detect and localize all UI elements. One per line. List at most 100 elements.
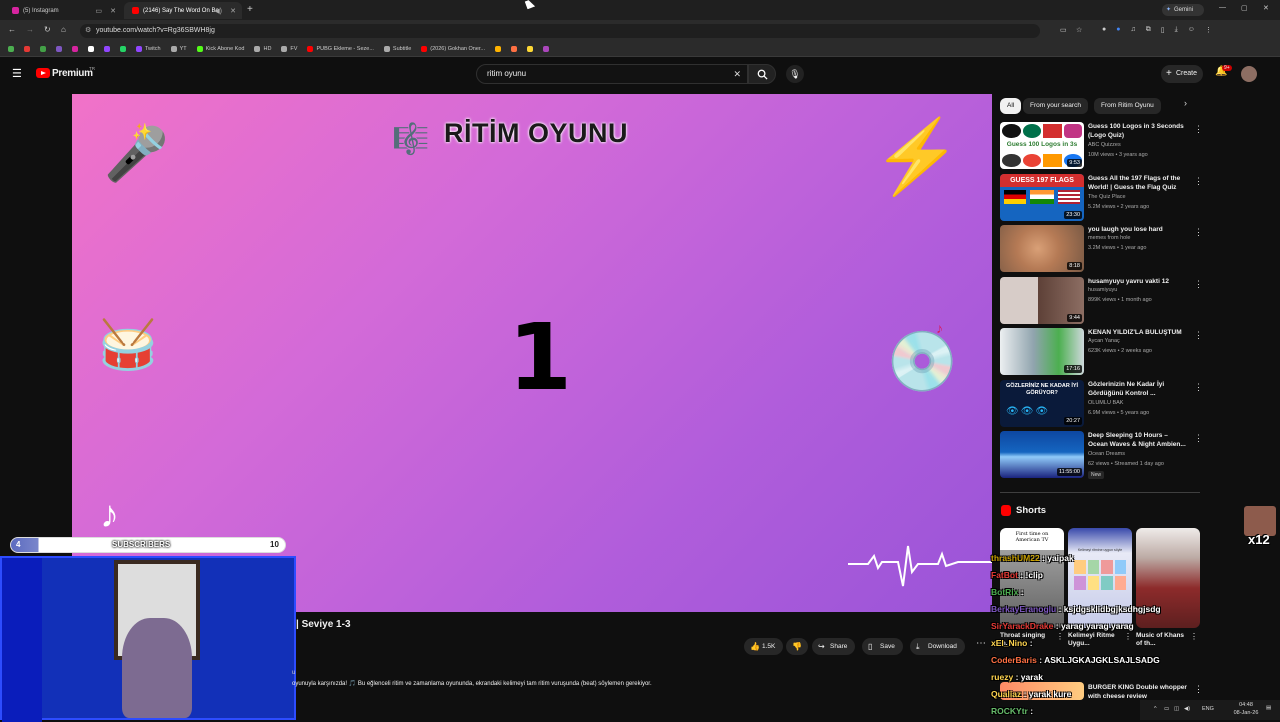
more-options-icon[interactable]: ⋮ xyxy=(1194,382,1203,393)
minimize-button[interactable]: — xyxy=(1219,4,1226,11)
video-thumbnail[interactable]: GUESS 197 FLAGS 23:30 xyxy=(1000,174,1084,221)
more-options-icon[interactable]: ⋮ xyxy=(1194,124,1203,135)
extension-icon[interactable]: ● xyxy=(1102,26,1106,34)
tray-icon[interactable]: ▭ xyxy=(1164,706,1169,712)
bookmark-fv[interactable]: FV xyxy=(281,46,297,52)
search-input[interactable]: ritim oyunu ✕ xyxy=(476,64,748,84)
more-options-icon[interactable]: ⋮ xyxy=(1194,279,1203,290)
tray-chevron-icon[interactable]: ^ xyxy=(1154,706,1157,712)
channel-name[interactable]: memes from hole xyxy=(1088,235,1131,241)
video-description[interactable]: oyunuyla karşınızda! 🎵 Bu eğlenceli riti… xyxy=(292,680,932,687)
bookmark-hd[interactable]: HD xyxy=(254,46,271,52)
forward-icon[interactable]: → xyxy=(26,25,34,34)
close-window-button[interactable]: ✕ xyxy=(1263,4,1269,12)
channel-name[interactable]: The Quiz Place xyxy=(1088,194,1126,200)
recommendation-title[interactable]: you laugh you lose hard xyxy=(1088,225,1188,234)
new-tab-button[interactable]: + xyxy=(247,4,253,15)
bookmark-icon[interactable] xyxy=(120,46,126,52)
clock-date[interactable]: 08-Jan-26 xyxy=(1226,710,1266,716)
bookmark-icon[interactable] xyxy=(88,46,94,52)
more-options-icon[interactable]: ⋮ xyxy=(1124,632,1132,641)
chip-from-your-search[interactable]: From your search xyxy=(1023,98,1088,114)
more-options-icon[interactable]: ⋮ xyxy=(1056,632,1064,641)
video-thumbnail[interactable]: 9:44 xyxy=(1000,277,1084,324)
recommendation-title[interactable]: KENAN YILDIZ'LA BULUŞTUM xyxy=(1088,328,1188,337)
url-field[interactable]: ⚙ youtube.com/watch?v=Rg36SBWH8jg ▭ ☆ xyxy=(80,24,1082,38)
recommendation-item[interactable]: 17:16 KENAN YILDIZ'LA BULUŞTUM Aycan Yan… xyxy=(1000,328,1203,376)
recommendation-item[interactable]: 8:18 you laugh you lose hard memes from … xyxy=(1000,225,1203,273)
extension-icon[interactable]: ♫ xyxy=(1130,26,1135,34)
recommendation-item[interactable]: GÖZLERİNİZ NE KADAR İYİ GÖRÜYOR? 👁👁👁 20:… xyxy=(1000,380,1203,428)
clear-search-icon[interactable]: ✕ xyxy=(733,65,741,83)
channel-name[interactable]: husamiyuyu xyxy=(1088,287,1117,293)
recommendation-title[interactable]: Guess All the 197 Flags of the World! | … xyxy=(1088,174,1188,192)
menu-kebab-icon[interactable]: ⋮ xyxy=(1205,26,1212,34)
dislike-button[interactable]: 👎 xyxy=(786,638,808,655)
video-player[interactable]: 🎼 RİTİM OYUNU 🎤 ✨ ⚡ 🥁 💿 ♪ 1 ♪ xyxy=(72,94,992,612)
youtube-logo-icon[interactable] xyxy=(36,68,50,78)
bookmark-kick[interactable]: Kick Abone Kod xyxy=(196,46,244,52)
bookmark-yt[interactable]: YT xyxy=(170,46,187,52)
share-button[interactable]: ↪ Share xyxy=(812,638,856,655)
bookmark-twitch[interactable]: Twitch xyxy=(136,46,161,52)
bookmark-icon[interactable] xyxy=(24,46,30,52)
recommendation-item[interactable]: GUESS 197 FLAGS 23:30 Guess All the 197 … xyxy=(1000,174,1203,222)
extension-icon[interactable]: ● xyxy=(1116,26,1120,34)
recommendation-title[interactable]: BURGER KING Double whopper with cheese r… xyxy=(1088,683,1192,701)
recommendation-item[interactable]: Guess 100 Logos in 3s 9:53 Guess 100 Log… xyxy=(1000,122,1203,170)
notification-center-icon[interactable]: ▤ xyxy=(1266,705,1271,711)
avatar[interactable] xyxy=(1241,66,1257,82)
back-icon[interactable]: ← xyxy=(8,25,16,34)
channel-name[interactable]: OLUMLU BAK xyxy=(1088,400,1123,406)
tab-instagram[interactable]: (5) Instagram ▭ ✕ xyxy=(4,2,122,19)
youtube-logo-text[interactable]: Premium xyxy=(52,68,93,79)
video-thumbnail[interactable]: Guess 100 Logos in 3s 9:53 xyxy=(1000,122,1084,169)
profile-icon[interactable]: ☺ xyxy=(1188,26,1195,34)
bookmark-icon[interactable] xyxy=(104,46,110,52)
puzzle-icon[interactable]: ⧉ xyxy=(1146,26,1151,34)
clock-time[interactable]: 04:48 xyxy=(1226,702,1266,708)
bookmark-subtitle[interactable]: Subtitle xyxy=(383,46,411,52)
channel-name[interactable]: ABC Quizzes xyxy=(1088,142,1121,148)
close-tab-icon[interactable]: ✕ xyxy=(110,7,116,15)
short-title[interactable]: Kelimeyi Ritme Uygu... xyxy=(1068,632,1120,648)
cast-icon[interactable]: ▭ xyxy=(1060,24,1067,38)
bookmark-star-icon[interactable]: ☆ xyxy=(1076,24,1082,38)
bookmark-icon[interactable] xyxy=(56,46,62,52)
bookmark-gokhan[interactable]: (2026) Gokhan Oner... xyxy=(421,46,485,52)
more-options-icon[interactable]: ⋮ xyxy=(1194,330,1203,341)
create-button[interactable]: + Create xyxy=(1161,65,1203,83)
video-thumbnail[interactable]: 8:18 xyxy=(1000,225,1084,272)
bookmark-icon[interactable] xyxy=(495,46,502,52)
bookmark-icon[interactable] xyxy=(40,46,46,52)
tab-youtube[interactable]: (2146) Say The Word On Be ◀) ✕ xyxy=(124,2,242,19)
channel-name[interactable]: Ocean Dreams xyxy=(1088,451,1125,457)
recommendation-item[interactable]: 9:44 husamyuyu yavru vakti 12 husamiyuyu… xyxy=(1000,277,1203,325)
chip-from-ritim-oyunu[interactable]: From Ritim Oyunu xyxy=(1094,98,1161,114)
language-indicator[interactable]: ENG xyxy=(1202,706,1214,712)
bookmark-icon[interactable] xyxy=(72,46,78,52)
recommendation-item[interactable]: 11:55:00 Deep Sleeping 10 Hours – Ocean … xyxy=(1000,431,1203,479)
close-tab-icon[interactable]: ✕ xyxy=(230,7,236,15)
voice-search-microphone-icon[interactable]: 🎙 xyxy=(786,65,804,83)
channel-name[interactable]: Aycan Yanaç xyxy=(1088,338,1120,344)
maximize-button[interactable]: ▢ xyxy=(1241,4,1248,12)
hamburger-menu-icon[interactable]: ☰ xyxy=(12,67,22,80)
sidepanel-icon[interactable]: ▯ xyxy=(1161,26,1165,34)
chip-all[interactable]: All xyxy=(1000,98,1022,114)
bookmark-pubg[interactable]: PUBG Ekleme - Seze... xyxy=(307,46,374,52)
recommendation-title[interactable]: Deep Sleeping 10 Hours – Ocean Waves & N… xyxy=(1088,431,1188,449)
search-button[interactable] xyxy=(748,64,776,84)
site-info-icon[interactable]: ⚙ xyxy=(85,24,91,38)
video-thumbnail[interactable]: GÖZLERİNİZ NE KADAR İYİ GÖRÜYOR? 👁👁👁 20:… xyxy=(1000,380,1084,427)
bookmark-icon[interactable] xyxy=(527,46,534,52)
gemini-button[interactable]: ✦ Gemini xyxy=(1162,4,1204,16)
download-button[interactable]: ⤓ Download xyxy=(910,638,965,655)
recommendation-title[interactable]: Guess 100 Logos in 3 Seconds (Logo Quiz) xyxy=(1088,122,1188,140)
video-thumbnail[interactable]: 11:55:00 xyxy=(1000,431,1084,478)
video-thumbnail[interactable]: 17:16 xyxy=(1000,328,1084,375)
short-title[interactable]: Music of Khans of th... xyxy=(1136,632,1188,648)
chevron-right-icon[interactable]: › xyxy=(1184,98,1187,108)
recommendation-title[interactable]: husamyuyu yavru vakti 12 xyxy=(1088,277,1188,286)
bookmark-icon[interactable] xyxy=(8,46,14,52)
